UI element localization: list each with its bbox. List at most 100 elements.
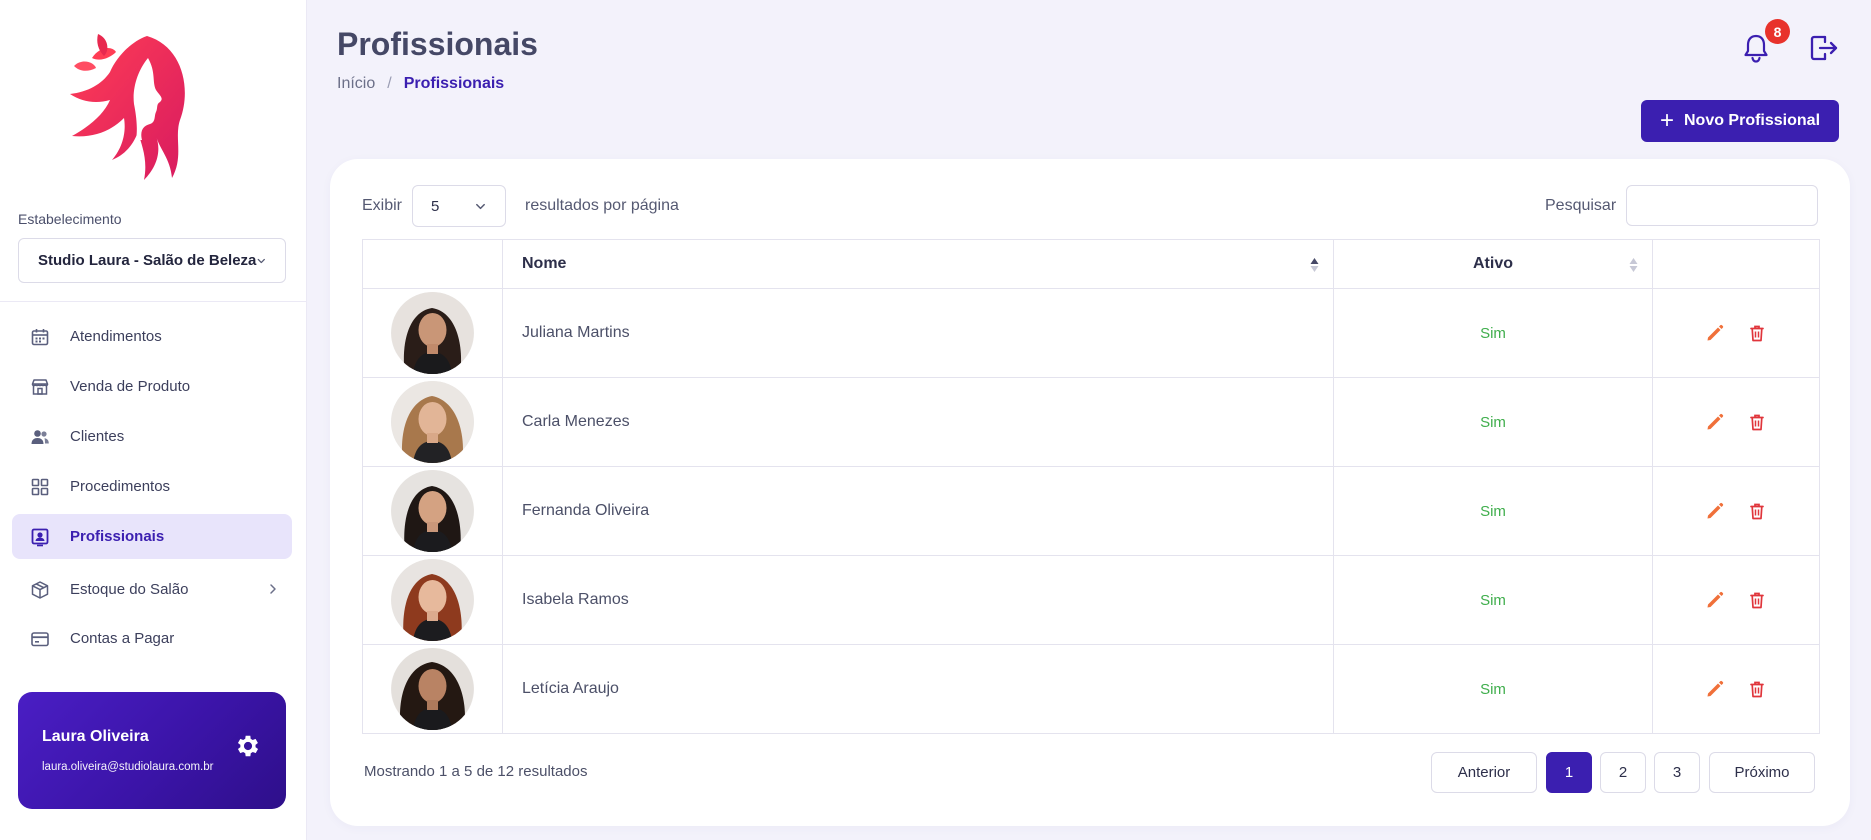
sidebar-item-clientes[interactable]: Clientes — [12, 414, 292, 459]
breadcrumb: Início / Profissionais — [337, 75, 504, 93]
show-label: Exibir — [362, 197, 403, 214]
professional-name: Carla Menezes — [502, 377, 1334, 467]
professionals-table: Nome Ativo Juliana Martins Sim Carla Men… — [362, 239, 1820, 734]
pagination-next-button[interactable]: Próximo — [1709, 752, 1815, 793]
sidebar-item-estoque-do-salao[interactable]: Estoque do Salão — [12, 567, 292, 612]
professional-name: Juliana Martins — [502, 288, 1334, 378]
credit-card-icon — [29, 628, 51, 650]
edit-icon[interactable] — [1705, 323, 1725, 343]
users-icon — [29, 426, 51, 448]
actions-cell — [1652, 644, 1820, 734]
salon-logo — [70, 34, 185, 180]
sidebar-item-label: Venda de Produto — [70, 378, 191, 395]
chevron-right-icon — [270, 584, 276, 594]
establishment-value: Studio Laura - Salão de Beleza — [38, 252, 257, 269]
pagination-prev-button[interactable]: Anterior — [1431, 752, 1537, 793]
professional-name: Fernanda Oliveira — [502, 466, 1334, 556]
pagination-page-3[interactable]: 3 — [1654, 752, 1700, 793]
logout-icon[interactable] — [1808, 33, 1840, 63]
avatar-cell — [362, 288, 503, 378]
new-professional-label: Novo Profissional — [1683, 112, 1821, 129]
active-status: Sim — [1333, 288, 1653, 378]
chevron-down-icon — [476, 203, 485, 209]
actions-cell — [1652, 288, 1820, 378]
grid-icon — [29, 476, 51, 498]
column-header-photo — [362, 239, 503, 289]
results-summary: Mostrando 1 a 5 de 12 resultados — [364, 763, 588, 780]
column-header-label: Ativo — [1473, 255, 1513, 272]
pagination-page-2[interactable]: 2 — [1600, 752, 1646, 793]
establishment-label: Estabelecimento — [18, 211, 122, 227]
sidebar: Estabelecimento Studio Laura - Salão de … — [0, 0, 307, 840]
avatar — [391, 648, 474, 730]
table-row: Fernanda Oliveira Sim — [362, 466, 1820, 556]
user-email: laura.oliveira@studiolaura.com.br — [42, 761, 214, 773]
column-header-actions — [1652, 239, 1820, 289]
gear-icon[interactable] — [234, 732, 262, 760]
trash-icon[interactable] — [1747, 323, 1767, 343]
active-status: Sim — [1333, 644, 1653, 734]
store-icon — [29, 376, 51, 398]
active-status: Sim — [1333, 466, 1653, 556]
edit-icon[interactable] — [1705, 501, 1725, 521]
breadcrumb-current: Profissionais — [403, 75, 505, 92]
avatar-cell — [362, 555, 503, 645]
sidebar-item-contas-a-pagar[interactable]: Contas a Pagar — [12, 616, 292, 661]
sidebar-item-label: Procedimentos — [70, 478, 171, 495]
chevron-down-icon — [258, 258, 266, 263]
user-profile-card[interactable]: Laura Oliveira laura.oliveira@studiolaur… — [18, 692, 286, 809]
avatar-cell — [362, 377, 503, 467]
establishment-select[interactable]: Studio Laura - Salão de Beleza — [18, 238, 286, 283]
avatar-cell — [362, 466, 503, 556]
box-icon — [29, 579, 51, 601]
trash-icon[interactable] — [1747, 412, 1767, 432]
trash-icon[interactable] — [1747, 590, 1767, 610]
id-badge-icon — [29, 526, 51, 548]
avatar — [391, 381, 474, 463]
per-page-suffix: resultados por página — [525, 197, 679, 214]
professional-name: Isabela Ramos — [502, 555, 1334, 645]
actions-cell — [1652, 466, 1820, 556]
sidebar-item-label: Estoque do Salão — [70, 581, 189, 598]
sidebar-item-label: Atendimentos — [70, 328, 162, 345]
column-header-nome[interactable]: Nome — [502, 239, 1334, 289]
search-label: Pesquisar — [1545, 197, 1617, 214]
active-status: Sim — [1333, 377, 1653, 467]
sort-asc-icon — [1310, 258, 1319, 272]
trash-icon[interactable] — [1747, 501, 1767, 521]
actions-cell — [1652, 377, 1820, 467]
calendar-icon — [29, 326, 51, 348]
sidebar-item-venda-de-produto[interactable]: Venda de Produto — [12, 364, 292, 409]
sidebar-item-atendimentos[interactable]: Atendimentos — [12, 314, 292, 359]
table-row: Letícia Araujo Sim — [362, 644, 1820, 734]
trash-icon[interactable] — [1747, 679, 1767, 699]
sidebar-item-label: Contas a Pagar — [70, 630, 175, 647]
edit-icon[interactable] — [1705, 679, 1725, 699]
column-header-ativo[interactable]: Ativo — [1333, 239, 1653, 289]
edit-icon[interactable] — [1705, 590, 1725, 610]
breadcrumb-home[interactable]: Início — [337, 75, 375, 93]
column-header-label: Nome — [522, 255, 567, 272]
avatar — [391, 559, 474, 641]
avatar — [391, 292, 474, 374]
sidebar-item-profissionais[interactable]: Profissionais — [12, 514, 292, 559]
sort-icon — [1629, 258, 1638, 272]
per-page-select[interactable]: 5 — [412, 185, 506, 227]
search-input[interactable] — [1626, 185, 1818, 226]
breadcrumb-separator: / — [387, 75, 392, 92]
professional-name: Letícia Araujo — [502, 644, 1334, 734]
sidebar-item-procedimentos[interactable]: Procedimentos — [12, 464, 292, 509]
sidebar-item-label: Profissionais — [70, 528, 165, 545]
edit-icon[interactable] — [1705, 412, 1725, 432]
plus-icon: + — [1659, 107, 1674, 134]
sidebar-item-label: Clientes — [70, 428, 125, 445]
new-professional-button[interactable]: + Novo Profissional — [1641, 100, 1839, 142]
sidebar-divider — [0, 301, 307, 302]
avatar — [391, 470, 474, 552]
pagination-page-1[interactable]: 1 — [1546, 752, 1592, 793]
user-name: Laura Oliveira — [42, 728, 149, 745]
table-row: Juliana Martins Sim — [362, 288, 1820, 378]
table-row: Isabela Ramos Sim — [362, 555, 1820, 645]
table-row: Carla Menezes Sim — [362, 377, 1820, 467]
table-header-row: Nome Ativo — [362, 239, 1820, 289]
